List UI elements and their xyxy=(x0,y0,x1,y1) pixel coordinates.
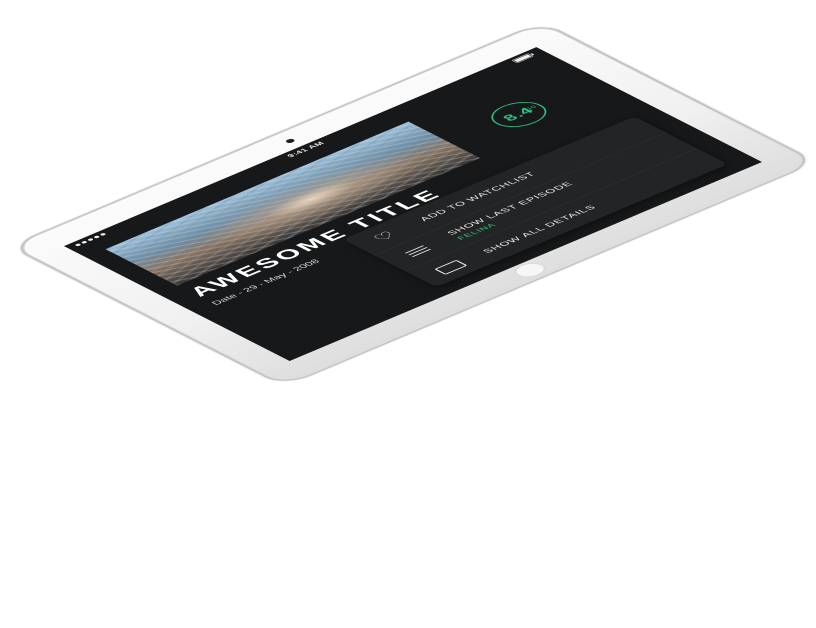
device-mockup-stage: 9:41 AM 8.4 /10 AWESOME TITLE Date - 29 … xyxy=(0,0,816,628)
rating-badge: 8.4 /10 xyxy=(480,96,558,133)
battery-icon xyxy=(511,53,534,64)
screen-icon xyxy=(432,259,468,275)
rating-value: 8.4 xyxy=(499,105,539,124)
menu-lines-icon xyxy=(401,243,436,259)
tablet-device: 9:41 AM 8.4 /10 AWESOME TITLE Date - 29 … xyxy=(13,23,813,385)
tablet-screen: 9:41 AM 8.4 /10 AWESOME TITLE Date - 29 … xyxy=(63,47,763,362)
heart-icon: ♡ xyxy=(368,229,401,244)
front-camera xyxy=(284,138,297,144)
